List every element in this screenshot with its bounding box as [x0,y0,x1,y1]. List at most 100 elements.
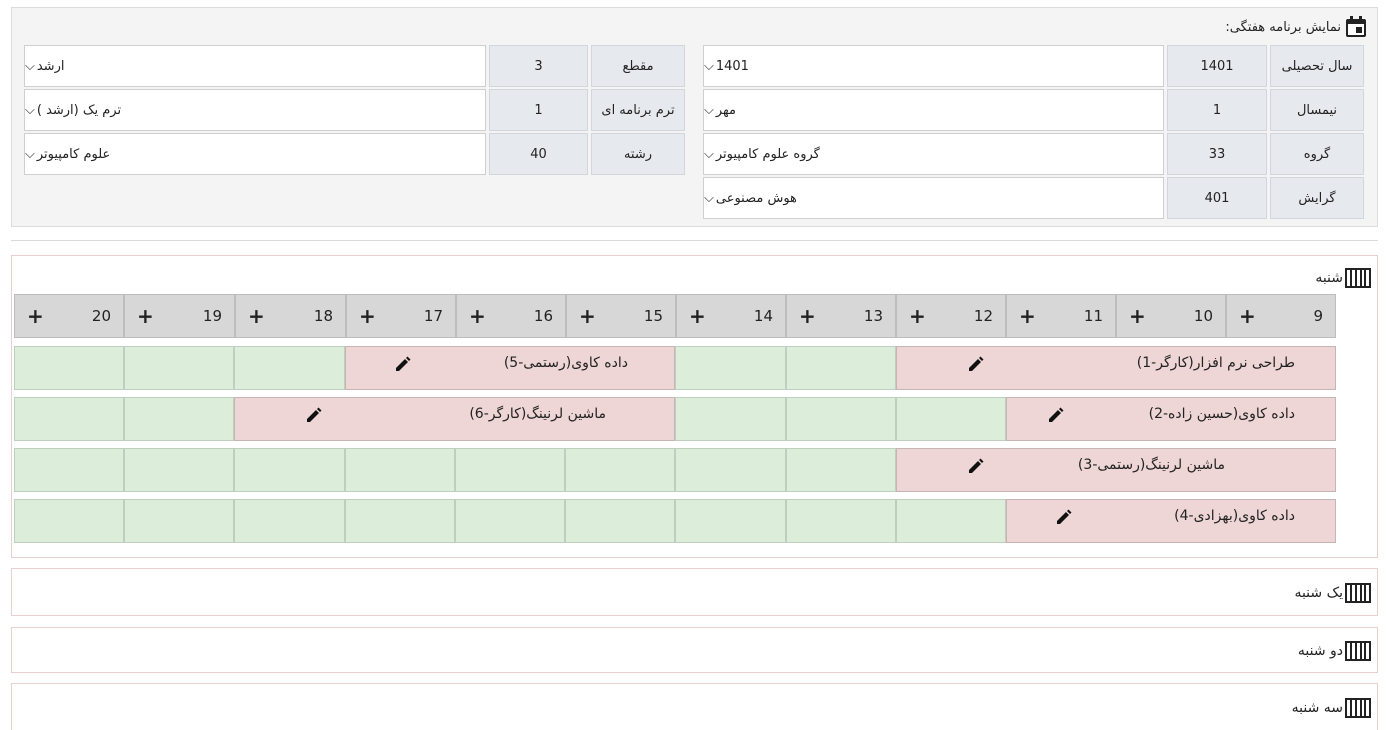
empty-slot[interactable] [14,397,124,441]
plus-icon[interactable]: + [799,304,816,328]
field-select[interactable]: ⌵ علوم کامپیوتر [24,133,486,175]
hour-label: 9 [1313,307,1323,325]
hour-header-13[interactable]: 13 + [786,294,896,338]
hour-label: 19 [202,307,222,325]
hour-header-10[interactable]: 10 + [1116,294,1226,338]
term-label: ترم برنامه ای [591,89,685,131]
empty-slot[interactable] [675,448,786,492]
section-divider [11,240,1378,241]
day-panel-saturday: شنبه 9 + 10 + 11 + 12 + 13 + 14 + 15 + 16 + 17 + … [11,255,1378,558]
chevron-down-icon: ⌵ [704,58,714,74]
hour-header-15[interactable]: 15 + [566,294,676,338]
term-select-value: ترم یک (ارشد ) [36,102,122,118]
hour-header-17[interactable]: 17 + [346,294,456,338]
edit-pencil-icon[interactable] [1055,508,1073,526]
day-header-tuesday[interactable]: سه شنبه [1292,698,1371,718]
field-label: رشته [591,133,685,175]
hour-label: 12 [973,307,993,325]
class-slot[interactable]: داده کاوی(رستمی-5) [345,346,675,390]
edit-pencil-icon[interactable] [967,355,985,373]
semester-select[interactable]: ⌵ مهر [703,89,1164,131]
term-select[interactable]: ⌵ ترم یک (ارشد ) [24,89,486,131]
class-slot[interactable]: داده کاوی(بهزادی-4) [1006,499,1336,543]
edit-pencil-icon[interactable] [305,406,323,424]
weekly-schedule-filter-panel: نمایش برنامه هفتگی: سال تحصیلی 1401 ⌵ 140… [11,7,1378,227]
edit-pencil-icon[interactable] [394,355,412,373]
plus-icon[interactable]: + [1129,304,1146,328]
hour-header-12[interactable]: 12 + [896,294,1006,338]
hour-header-16[interactable]: 16 + [456,294,566,338]
day-header-saturday[interactable]: شنبه [1315,268,1371,288]
plus-icon[interactable]: + [137,304,154,328]
level-label: مقطع [591,45,685,87]
edit-pencil-icon[interactable] [1047,406,1065,424]
edit-pencil-icon[interactable] [967,457,985,475]
chevron-down-icon: ⌵ [704,102,714,118]
year-label: سال تحصیلی [1270,45,1364,87]
plus-icon[interactable]: + [469,304,486,328]
empty-slot[interactable] [675,346,786,390]
panel-title-text: نمایش برنامه هفتگی: [1225,19,1341,35]
columns-icon [1345,268,1371,288]
class-slot[interactable]: داده کاوی(حسین زاده-2) [1006,397,1336,441]
empty-slot[interactable] [565,448,675,492]
plus-icon[interactable]: + [359,304,376,328]
hour-header-14[interactable]: 14 + [676,294,786,338]
day-header-sunday[interactable]: یک شنبه [1294,583,1371,603]
hour-label: 16 [533,307,553,325]
empty-slot[interactable] [786,499,896,543]
empty-slot[interactable] [234,346,345,390]
class-slot[interactable]: طراحی نرم افزار(کارگر-1) [896,346,1336,390]
hour-header-19[interactable]: 19 + [124,294,235,338]
empty-slot[interactable] [124,448,234,492]
class-slot[interactable]: ماشین لرنینگ(کارگر-6) [234,397,675,441]
day-label: دو شنبه [1297,643,1343,659]
empty-slot[interactable] [14,448,124,492]
empty-slot[interactable] [896,499,1006,543]
empty-slot[interactable] [14,499,124,543]
hour-header-11[interactable]: 11 + [1006,294,1116,338]
group-select[interactable]: ⌵ گروه علوم کامپیوتر [703,133,1164,175]
year-select[interactable]: ⌵ 1401 [703,45,1164,87]
empty-slot[interactable] [675,499,786,543]
semester-label: نیمسال [1270,89,1364,131]
empty-slot[interactable] [345,448,455,492]
empty-slot[interactable] [345,499,455,543]
class-title: داده کاوی(حسین زاده-2) [1148,406,1295,422]
columns-icon [1345,641,1371,661]
empty-slot[interactable] [455,448,565,492]
hour-header-9[interactable]: 9 + [1226,294,1336,338]
empty-slot[interactable] [455,499,565,543]
plus-icon[interactable]: + [1239,304,1256,328]
orientation-select[interactable]: ⌵ هوش مصنوعی [703,177,1164,219]
empty-slot[interactable] [675,397,786,441]
calendar-icon [1346,16,1366,37]
empty-slot[interactable] [234,448,345,492]
empty-slot[interactable] [124,499,234,543]
class-title: ماشین لرنینگ(کارگر-6) [469,406,606,422]
level-select-value: ارشد [36,58,65,74]
orientation-code: 401 [1167,177,1267,219]
day-panel-monday: دو شنبه [11,627,1378,673]
empty-slot[interactable] [565,499,675,543]
hour-header-18[interactable]: 18 + [235,294,346,338]
empty-slot[interactable] [786,448,896,492]
empty-slot[interactable] [896,397,1006,441]
plus-icon[interactable]: + [909,304,926,328]
empty-slot[interactable] [786,397,896,441]
day-header-monday[interactable]: دو شنبه [1298,641,1371,661]
hour-header-20[interactable]: 20 + [14,294,124,338]
level-select[interactable]: ⌵ ارشد [24,45,486,87]
class-slot[interactable]: ماشین لرنینگ(رستمی-3) [896,448,1336,492]
empty-slot[interactable] [786,346,896,390]
plus-icon[interactable]: + [27,304,44,328]
hour-label: 13 [863,307,883,325]
plus-icon[interactable]: + [579,304,596,328]
empty-slot[interactable] [124,346,234,390]
plus-icon[interactable]: + [1019,304,1036,328]
empty-slot[interactable] [14,346,124,390]
plus-icon[interactable]: + [689,304,706,328]
empty-slot[interactable] [124,397,234,441]
empty-slot[interactable] [234,499,345,543]
plus-icon[interactable]: + [248,304,265,328]
